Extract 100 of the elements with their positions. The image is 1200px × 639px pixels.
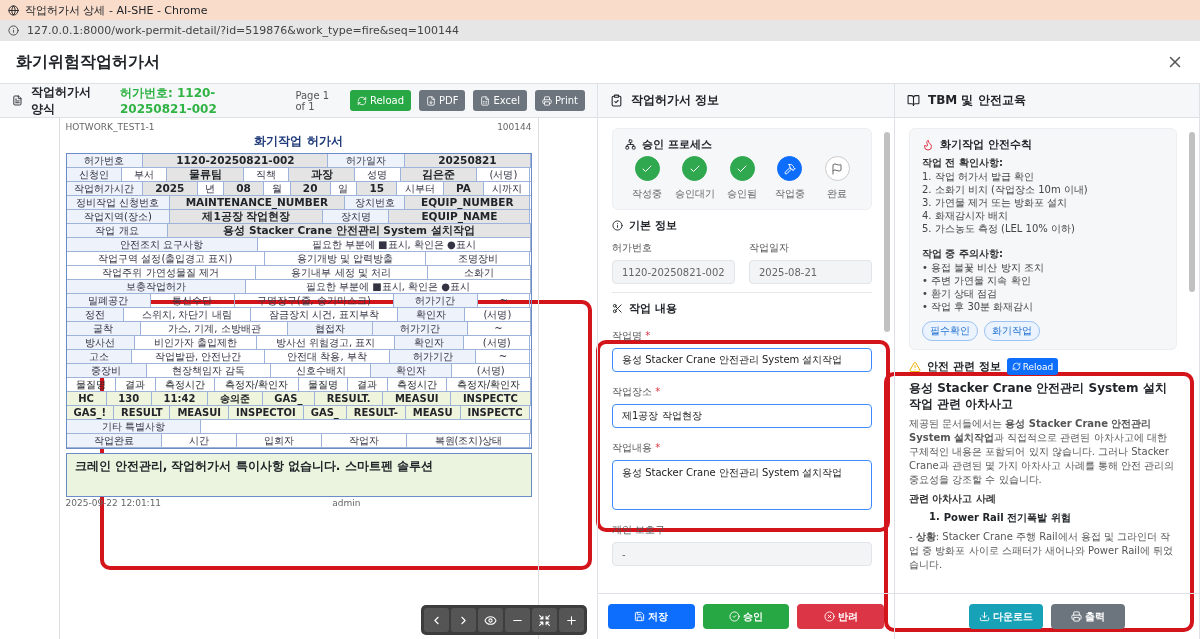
tools-icon [612,303,623,314]
gas-value: INSPECTC [460,406,531,419]
subheading: 관련 아차사고 사례 [909,492,997,506]
save-icon [634,611,646,622]
step-status[interactable] [729,156,755,181]
print-button[interactable]: Print [534,90,585,111]
pdf-button[interactable]: PDF [419,90,466,111]
form-label: 필요한 부분에 ■표시, 확인은 ●표시 [246,280,531,293]
form-value: 물류팀 [167,168,244,181]
form-label: 년 [197,182,224,195]
window-title: 작업허가서 상세 - AI-SHE - Chrome [25,2,208,18]
step-status[interactable] [634,156,660,181]
form-value: 1120-20250821-002 [143,154,329,167]
gas-header: 측정시간 [387,378,448,391]
reload-button[interactable]: Reload [1006,358,1059,375]
form-value: 용성 Stacker Crane 안전관리 System 설치작업 [168,224,531,237]
step-status[interactable] [824,156,850,181]
form-label: 중장비 [66,364,148,377]
eye-icon[interactable] [478,608,503,632]
required-mark: * [654,442,661,453]
gas-value: MEASUI [383,392,452,405]
reload-icon [1011,362,1021,371]
hierarchy-icon [625,139,636,150]
list-heading: 작업 전 확인사항: [922,156,1004,170]
next-icon[interactable] [451,608,476,632]
form-value: 20 [290,182,331,195]
required-mark: * [644,330,651,341]
form-label: 허가기간 [390,350,477,363]
form-label: 정전 [66,308,124,321]
form-label: 고소 [66,350,133,363]
form-label: 허가기간 [372,322,468,335]
panel-title: TBM 및 안전교육 [928,92,1026,109]
form-label: 작업 개요 [66,224,169,237]
input-field[interactable]: - [612,542,872,566]
permit-number: 허가번호: 1120-20250821-002 [119,85,218,116]
reload-button[interactable]: Reload [349,90,411,111]
form-label: 작업주위 가연성물질 제거 [66,266,256,279]
gas-value: RESULT. [315,392,384,405]
fit-icon[interactable] [532,608,557,632]
gas-value: INSPECTC [451,392,531,405]
readonly-field[interactable]: 2025-08-21 [749,260,872,284]
form-label: 정비작업 신청번호 [66,196,170,209]
excel-button[interactable]: Excel [473,90,527,111]
form-label: (서명) [464,336,531,349]
gas-value: 130 [106,392,152,405]
scrollbar[interactable] [884,132,890,332]
case-title: Power Rail 전기폭발 위험 [943,511,1071,525]
previous-icon[interactable] [424,608,449,632]
form-label: 시간 [161,434,237,447]
gas-value: RESULT- [346,406,406,419]
form-label: 잠금장치 시건, 표지부착 [250,308,398,321]
list-item: • 환기 상태 점검 [922,287,999,300]
document-icon [12,94,23,107]
reject-button[interactable]: 반려 [797,604,884,629]
step-label: 작성중 [632,187,662,201]
input-field[interactable]: 용성 Stacker Crane 안전관리 System 설치작업 [612,348,872,372]
paragraph: - 상황: Stacker Crane 주행 Rail에서 용접 및 그라인더 작업 중 방화포 사이로 스패터가 새어나와 Power Rail에 튀었습니다. [909,530,1175,572]
form-value: EQUIP_NUMBER [405,196,531,209]
form-value: 제1공장 작업현장 [170,210,324,223]
panel-title: 작업허가서 정보 [631,92,720,109]
form-label: 협접자 [288,322,373,335]
step-label: 작업중 [774,187,805,201]
zoom-in-icon[interactable] [559,608,584,632]
field-label: 작업내용 [612,442,652,453]
field-label: 작업일자 [749,241,790,255]
hammer-icon [783,162,796,175]
document-title: 화기작업 허가서 [253,133,344,150]
info-icon[interactable] [8,25,19,36]
section-title: 화기작업 안전수칙 [940,137,1032,152]
approve-button[interactable]: 승인 [702,604,790,629]
form-value: 김은준 [400,168,478,181]
save-button[interactable]: 저장 [608,604,695,629]
paragraph: 제공된 문서들에서는 용성 Stacker Crane 안전관리 System 설치작업과 직접적으로 관련된 아차사고에 대한 구체적인 내용은 포함되어 있지 않습니다. 그러나 Stacker Crane과 관련된 몇 가지 아차사고 사례를 통해 안전 관리의 중요성을 강조할 수 있습니다. [909,417,1176,487]
download-icon [979,611,990,622]
download-button[interactable]: 다운로드 [969,604,1043,629]
form-label: ~ [476,350,531,363]
section-title: 기본 정보 [629,218,677,233]
form-label: 방사선 [66,336,136,349]
print-icon [541,95,552,106]
warning-icon [909,360,921,373]
section-title: 작업 내용 [629,301,677,316]
form-label: (서명) [465,308,531,321]
list-item: 3. 가연물 제거 또는 방화포 설치 [922,196,1069,209]
input-field[interactable]: 제1공장 작업현장 [612,404,872,428]
gas-value: 송의준 [208,392,263,405]
text-area[interactable]: 용성 Stacker Crane 안전관리 System 설치작업 [612,460,872,510]
tag: 화기작업 [984,321,1040,341]
incident-heading: 용성 Stacker Crane 안전관리 System 설치작업 관련 아차사고 [909,380,1168,412]
print-user: admin [332,498,361,508]
gas-value: MEASU [405,406,461,419]
print-button[interactable]: 출력 [1051,604,1125,629]
gas-value: GAS_! [66,406,115,419]
scrollbar[interactable] [1189,132,1195,292]
gas-header: 측정자/확인자 [215,378,299,391]
step-status[interactable] [682,156,707,181]
step-status[interactable] [777,156,802,181]
readonly-field[interactable]: 1120-20250821-002 [612,260,735,284]
form-label: 신청인 [66,168,122,181]
form-value: PA [443,182,485,195]
form-label: ~ [467,322,531,335]
